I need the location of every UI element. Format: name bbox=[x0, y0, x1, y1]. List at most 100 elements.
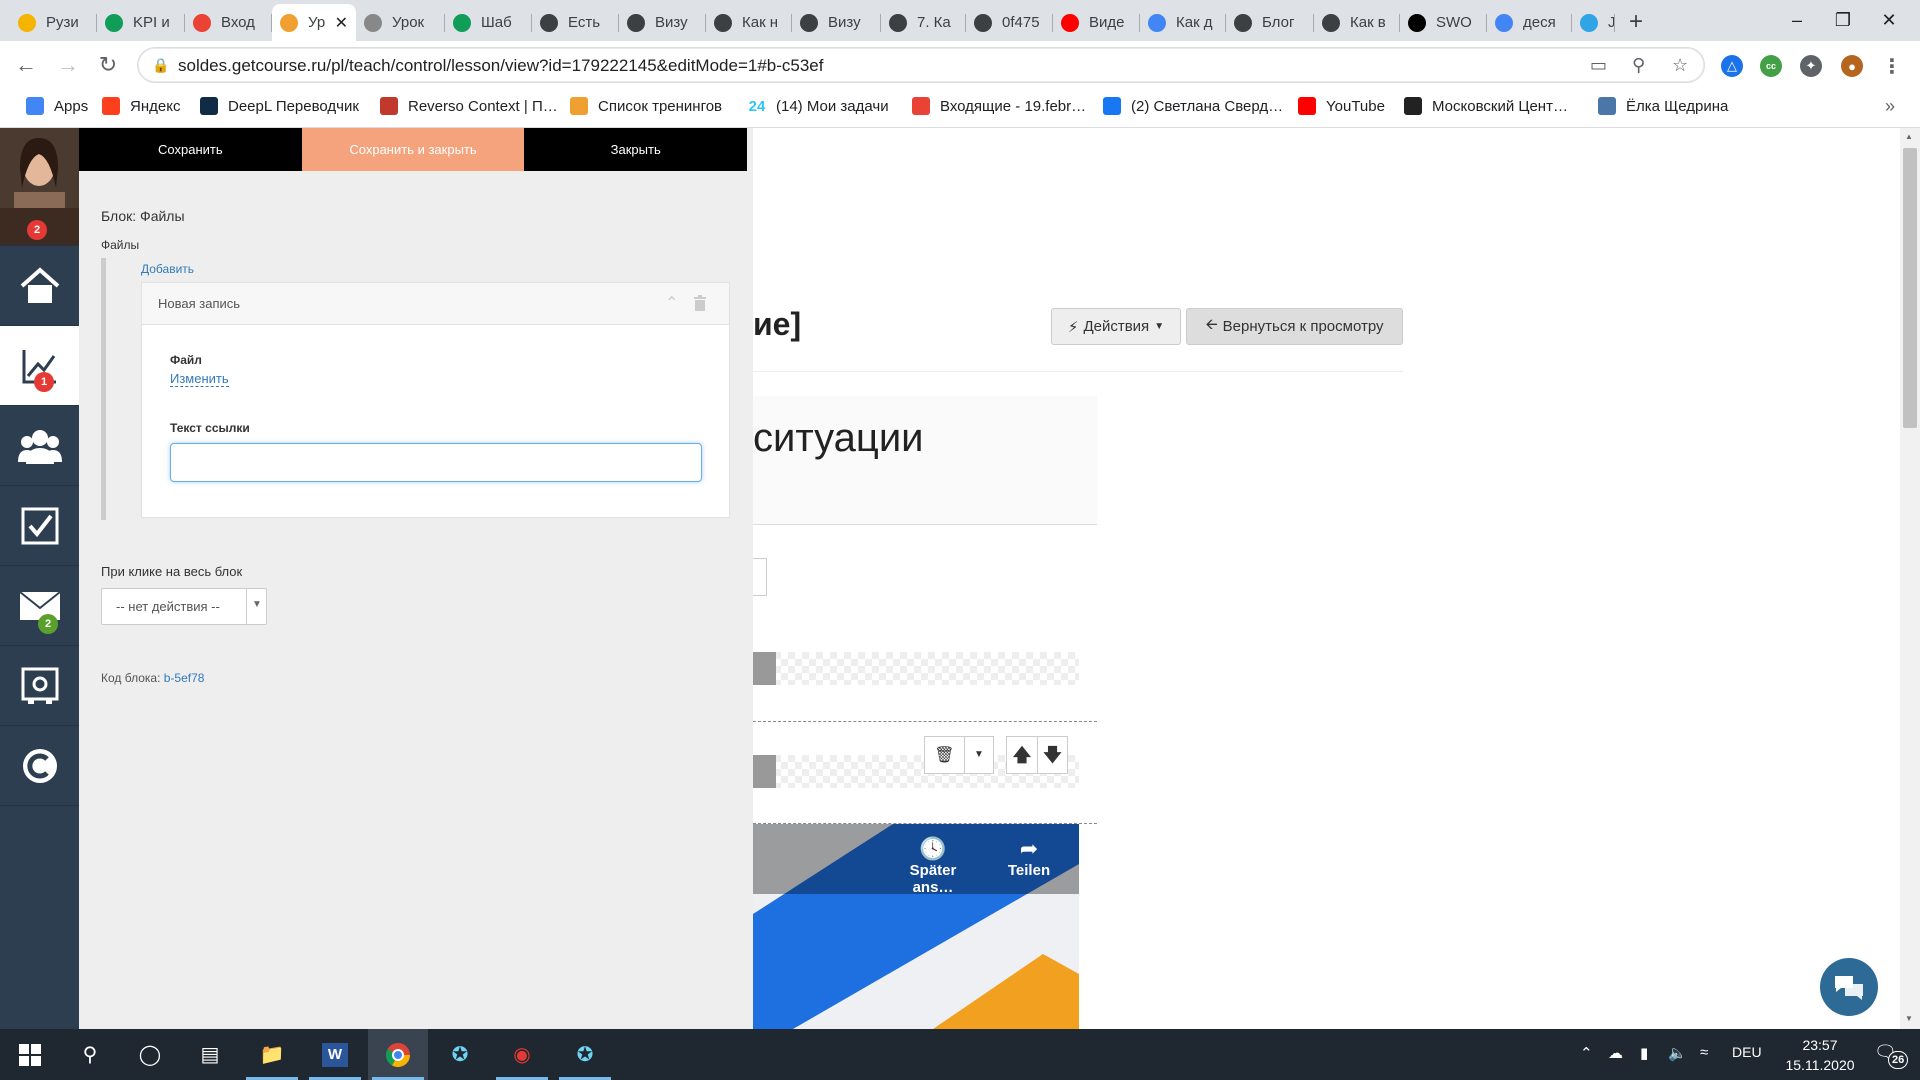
bookmark-item[interactable]: Московский Цент… bbox=[1404, 97, 1568, 115]
browser-tab[interactable]: Рузи bbox=[10, 4, 97, 41]
browser-tab[interactable]: Joxi bbox=[1572, 4, 1615, 41]
browser-tab[interactable]: Шаб bbox=[445, 4, 532, 41]
bookmark-item[interactable]: Яндекс bbox=[102, 97, 180, 115]
chrome-icon[interactable] bbox=[368, 1029, 428, 1080]
wifi-icon[interactable]: ≈ bbox=[1700, 1044, 1708, 1061]
browser-tab[interactable]: Виде bbox=[1053, 4, 1140, 41]
lock-icon[interactable]: 🔒 bbox=[152, 57, 169, 74]
browser-tab[interactable]: KPI и bbox=[97, 4, 185, 41]
bookmark-star-icon[interactable]: ☆ bbox=[1672, 55, 1688, 76]
extension-drop-icon[interactable]: △ bbox=[1721, 55, 1743, 77]
scroll-thumb[interactable] bbox=[1903, 148, 1917, 428]
joxi-app-icon[interactable]: ✪ bbox=[430, 1029, 490, 1080]
back-button[interactable]: ← bbox=[10, 49, 42, 81]
browser-tab[interactable]: 7. Ка bbox=[881, 4, 966, 41]
input-language[interactable]: DEU bbox=[1732, 1044, 1762, 1060]
bookmark-item[interactable]: Список тренингов bbox=[570, 97, 722, 115]
zoom-icon[interactable]: ⚲ bbox=[1632, 55, 1645, 76]
file-explorer-icon[interactable]: 📁 bbox=[242, 1029, 302, 1080]
actions-dropdown-button[interactable]: ⚡ Действия ▼ bbox=[1051, 308, 1181, 345]
bookmark-item[interactable]: YouTube bbox=[1298, 97, 1385, 115]
embedded-video-player[interactable]: 🕓 Später ans… ➦ Teilen bbox=[753, 824, 1079, 1029]
profile-avatar[interactable]: ● bbox=[1841, 55, 1863, 77]
rail-home[interactable] bbox=[0, 246, 79, 326]
browser-tab[interactable]: Есть bbox=[532, 4, 619, 41]
battery-icon[interactable]: ▮ bbox=[1640, 1044, 1648, 1062]
block-toolbar-delete[interactable]: 🗑 ▼ bbox=[924, 736, 994, 774]
browser-menu-icon[interactable]: ⋮ bbox=[1881, 55, 1903, 78]
user-avatar[interactable]: 2 bbox=[0, 128, 79, 246]
clock[interactable]: 23:57 15.11.2020 bbox=[1770, 1035, 1870, 1075]
word-icon[interactable]: W bbox=[305, 1029, 365, 1080]
network-off-icon[interactable]: ☁ bbox=[1608, 1044, 1623, 1062]
share-control[interactable]: ➦ Teilen bbox=[999, 836, 1059, 879]
browser-tab[interactable]: Как н bbox=[706, 4, 792, 41]
search-icon[interactable]: ⚲ bbox=[60, 1029, 120, 1080]
forward-button[interactable]: → bbox=[52, 49, 84, 81]
url-text[interactable]: soldes.getcourse.ru/pl/teach/control/les… bbox=[178, 56, 824, 76]
rail-tasks[interactable] bbox=[0, 486, 79, 566]
browser-tab[interactable]: деся bbox=[1487, 4, 1572, 41]
new-tab-button[interactable]: + bbox=[1622, 8, 1650, 36]
bookmark-item[interactable]: (2) Светлана Сверд… bbox=[1103, 97, 1283, 115]
tray-chevron-icon[interactable]: ⌃ bbox=[1580, 1044, 1593, 1062]
bookmark-item[interactable]: Apps bbox=[26, 97, 88, 115]
task-view-icon[interactable]: ▤ bbox=[180, 1029, 240, 1080]
chat-widget-button[interactable] bbox=[1820, 958, 1878, 1016]
move-down-icon[interactable]: 🡇 bbox=[1036, 737, 1067, 773]
change-file-link[interactable]: Изменить bbox=[170, 371, 229, 387]
bookmarks-overflow-icon[interactable]: » bbox=[1885, 96, 1895, 117]
bookmark-item[interactable]: Reverso Context | П… bbox=[380, 97, 558, 115]
extension-cc-icon[interactable]: cc bbox=[1760, 55, 1782, 77]
browser-tab[interactable]: Визу bbox=[619, 4, 706, 41]
rail-statistics[interactable]: 1 bbox=[0, 326, 79, 406]
bookmark-item[interactable]: DeepL Переводчик bbox=[200, 97, 359, 115]
bookmark-item[interactable]: 24 (14) Мои задачи bbox=[748, 97, 889, 115]
reload-button[interactable]: ↻ bbox=[92, 49, 124, 81]
joxi-app-icon-2[interactable]: ✪ bbox=[555, 1029, 615, 1080]
rail-users[interactable] bbox=[0, 406, 79, 486]
close-tab-icon[interactable]: ✕ bbox=[335, 13, 348, 33]
scroll-up-icon[interactable]: ▲ bbox=[1905, 132, 1913, 141]
close-button[interactable]: Закрыть bbox=[524, 128, 748, 171]
rail-settings[interactable] bbox=[0, 646, 79, 726]
bookmark-item[interactable]: Ёлка Щедрина bbox=[1598, 97, 1728, 115]
trash-icon[interactable] bbox=[693, 295, 707, 311]
rail-messages[interactable]: 2 bbox=[0, 566, 79, 646]
address-bar[interactable]: 🔒 soldes.getcourse.ru/pl/teach/control/l… bbox=[137, 47, 1705, 83]
move-up-icon[interactable]: 🡅 bbox=[1007, 737, 1037, 773]
maximize-button[interactable]: ❐ bbox=[1820, 0, 1866, 41]
save-button[interactable]: Сохранить bbox=[79, 128, 302, 171]
collapse-chevron-icon[interactable]: ⌃ bbox=[665, 293, 678, 313]
save-and-close-button[interactable]: Сохранить и закрыть bbox=[301, 128, 525, 171]
cortana-icon[interactable]: ◯ bbox=[120, 1029, 180, 1080]
minimize-button[interactable]: – bbox=[1774, 0, 1820, 41]
scroll-down-icon[interactable]: ▼ bbox=[1905, 1014, 1913, 1023]
add-file-link[interactable]: Добавить bbox=[141, 262, 194, 276]
start-button[interactable] bbox=[0, 1029, 60, 1080]
delete-trash-icon[interactable]: 🗑 bbox=[925, 745, 964, 765]
click-action-select[interactable]: -- нет действия -- ▼ bbox=[101, 588, 267, 625]
watch-later-control[interactable]: 🕓 Später ans… bbox=[888, 836, 978, 896]
browser-tab[interactable]: Как в bbox=[1314, 4, 1400, 41]
browser-tab[interactable]: Вход bbox=[185, 4, 272, 41]
browser-tab[interactable]: SWO bbox=[1400, 4, 1487, 41]
cast-icon[interactable]: ▭ bbox=[1590, 55, 1607, 76]
opera-app-icon[interactable]: ◉ bbox=[492, 1029, 552, 1080]
browser-tab[interactable]: Визу bbox=[792, 4, 881, 41]
content-input-fragment[interactable] bbox=[753, 558, 767, 596]
browser-tab[interactable]: Блог bbox=[1226, 4, 1314, 41]
toolbar-dropdown-icon[interactable]: ▼ bbox=[963, 737, 993, 773]
browser-tab[interactable]: Урок bbox=[356, 4, 445, 41]
extensions-puzzle-icon[interactable]: ✦ bbox=[1800, 55, 1822, 77]
browser-tab[interactable]: Как д bbox=[1140, 4, 1226, 41]
bookmark-item[interactable]: Входящие - 19.febr… bbox=[912, 97, 1086, 115]
close-window-button[interactable]: ✕ bbox=[1866, 0, 1912, 41]
browser-tab[interactable]: Ур ✕ bbox=[272, 4, 356, 41]
back-to-view-button[interactable]: 🡨 Вернуться к просмотру bbox=[1186, 308, 1403, 345]
page-scrollbar[interactable]: ▲ ▼ bbox=[1900, 128, 1920, 1029]
rail-getcourse[interactable] bbox=[0, 726, 79, 806]
block-code-link[interactable]: b-5ef78 bbox=[164, 671, 205, 685]
link-text-input[interactable] bbox=[170, 443, 702, 482]
browser-tab[interactable]: 0f475 bbox=[966, 4, 1053, 41]
